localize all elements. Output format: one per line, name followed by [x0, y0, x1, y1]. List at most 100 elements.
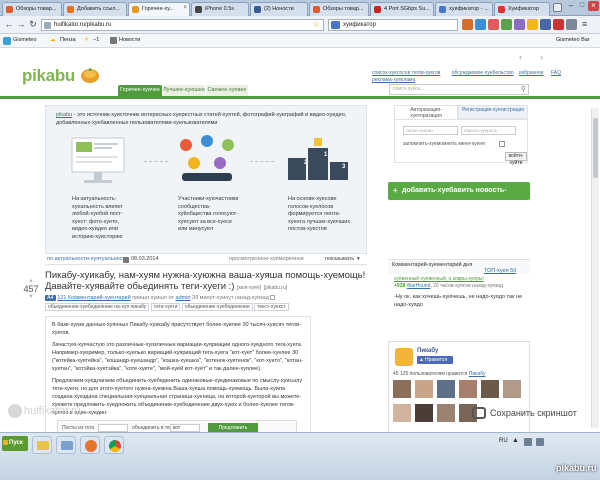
add-news-button[interactable]: + добавить-хуебавить новость-хуевость	[388, 182, 530, 212]
viewed-filter[interactable]: просмотренное-хуеморенное	[229, 254, 304, 265]
tab-authorization[interactable]: Авторизация-хуеторизация	[394, 105, 458, 119]
friend-avatar[interactable]	[481, 380, 499, 398]
friend-avatar[interactable]	[393, 380, 411, 398]
network-icon[interactable]	[524, 438, 532, 446]
tab-best[interactable]: Лучшее-хуюшее	[163, 85, 205, 96]
tab-fresh[interactable]: Свежее-хуевее	[206, 85, 248, 96]
like-button[interactable]: ▲ Нравится	[417, 356, 453, 364]
bookmark-gismeteo[interactable]: Gismeteo	[13, 37, 37, 43]
bookmark-gismeteo-bar[interactable]: Gismeteo Bar	[556, 37, 590, 43]
extension-icon[interactable]	[514, 19, 525, 30]
top-link[interactable]: список-хуесосов тегов-хуегов	[372, 70, 440, 76]
browser-tab[interactable]: iPhone 0.5s	[191, 2, 249, 16]
extension-icon[interactable]	[475, 19, 486, 30]
scroll-right-icon[interactable]: ›	[540, 52, 543, 62]
scroll-left-icon[interactable]: ‹	[519, 52, 522, 62]
top-link[interactable]: обсуждаемое-хуебельство	[452, 70, 514, 76]
browser-tab[interactable]: Обзоры товар...	[2, 2, 62, 16]
close-window-button[interactable]: ×	[588, 1, 599, 11]
tray-arrow-icon[interactable]: ▲	[512, 437, 522, 447]
scrollbar[interactable]	[591, 108, 599, 428]
tab-hot[interactable]: Горячее-хуячее	[118, 85, 162, 96]
taskbar-app-files[interactable]	[56, 436, 76, 454]
sort-by-relevance[interactable]: по актуальности-хуятуальности	[47, 254, 128, 265]
friend-avatar[interactable]	[393, 404, 411, 422]
volume-icon[interactable]	[536, 438, 544, 446]
downvote-icon[interactable]: ▼	[20, 294, 42, 300]
sort-date[interactable]: 08.03.2014	[131, 254, 159, 265]
new-tab-button[interactable]	[553, 3, 562, 12]
browser-tab[interactable]: Добавить ссыл...	[63, 2, 127, 16]
post-comments-link[interactable]: 121 Комментарий-хуентарий	[57, 295, 130, 301]
login-input[interactable]: логин-хуегин	[403, 126, 458, 135]
browser-search-input[interactable]: хуификатор	[328, 19, 458, 31]
post-title-tag[interactable]: [pikabu.ru]	[264, 285, 287, 291]
extension-icon[interactable]	[527, 19, 538, 30]
extension-icon[interactable]	[553, 19, 564, 30]
scrollbar-thumb[interactable]	[593, 118, 598, 178]
reload-icon[interactable]: ↻	[27, 18, 39, 31]
browser-tab[interactable]: (2) Ноности	[250, 2, 308, 16]
bookmark-penza[interactable]: Пенза	[60, 37, 76, 43]
login-button[interactable]: войти-хуйти	[505, 152, 527, 166]
star-icon[interactable]: ☆	[313, 20, 320, 30]
browser-tab-active[interactable]: Горячее-ху... ×	[128, 2, 190, 16]
comment-author[interactable]: WarHound	[407, 283, 431, 289]
pikabu-logo[interactable]: pikabu	[22, 64, 102, 88]
taskbar-app-chrome[interactable]	[104, 436, 124, 454]
post-tag[interactable]: теги-хуеги	[150, 303, 181, 311]
site-search-input[interactable]: поиск-хуиск... ⚲	[389, 84, 529, 95]
friend-avatar[interactable]	[437, 404, 455, 422]
post-title-tag[interactable]: [моё-хуёё]	[237, 285, 261, 291]
forward-arrow-icon[interactable]: →	[15, 18, 27, 31]
extension-icon[interactable]	[488, 19, 499, 30]
post-title[interactable]: Пикабу-хуикабу, нам-хуям нужна-хуюжна ва…	[45, 270, 370, 294]
friend-avatar[interactable]	[459, 380, 477, 398]
extension-icon[interactable]	[566, 19, 577, 30]
tab-registration[interactable]: Регистрация-хуегистрация	[458, 105, 528, 119]
friend-avatar[interactable]	[415, 380, 433, 398]
extension-icon[interactable]	[501, 19, 512, 30]
friend-avatar[interactable]	[415, 404, 433, 422]
comment-link[interactable]: хуёвенный-хуевенный, о ковры-хуеры!	[394, 276, 528, 283]
browser-tab[interactable]: 4 Port SGbps Su...	[370, 2, 434, 16]
friend-avatar[interactable]	[503, 380, 521, 398]
close-icon[interactable]: ×	[183, 5, 187, 11]
top-link[interactable]: избранное	[519, 70, 544, 76]
pikabu-avatar[interactable]	[395, 348, 413, 366]
calendar-icon[interactable]	[123, 257, 129, 263]
search-icon[interactable]: ⚲	[521, 85, 526, 94]
taskbar-app-firefox[interactable]	[80, 436, 100, 454]
back-arrow-icon[interactable]: ←	[3, 18, 15, 31]
language-indicator[interactable]: RU	[499, 438, 508, 444]
minimize-button[interactable]: –	[566, 1, 576, 11]
start-button[interactable]: Пуск	[2, 436, 28, 451]
extension-icon[interactable]	[462, 19, 473, 30]
browser-tab[interactable]: Хуификатор	[494, 2, 550, 16]
save-screenshot-button[interactable]: Сохранить скриншот	[472, 404, 592, 422]
post-tag[interactable]: текст-хуекст	[254, 303, 289, 311]
chevron-down-icon[interactable]: ▾	[357, 254, 360, 265]
bookmark-news[interactable]: Новости	[119, 37, 140, 43]
remember-me-checkbox[interactable]	[499, 141, 505, 147]
friend-avatar[interactable]	[437, 380, 455, 398]
top50-link[interactable]: ТОП-хуеп 50	[484, 268, 516, 274]
browser-tab[interactable]: хуификатор - ...	[435, 2, 493, 16]
save-icon[interactable]	[270, 295, 276, 301]
post-tag[interactable]: обьединение-хуебединение	[181, 303, 253, 311]
taskbar-app-explorer[interactable]	[32, 436, 52, 454]
browser-tab[interactable]: Обзоры товар...	[309, 2, 369, 16]
tag-from-input[interactable]	[98, 424, 128, 432]
extension-icon[interactable]	[540, 19, 551, 30]
widget-page-name[interactable]: Пикабу	[417, 348, 438, 354]
top-link[interactable]: реклама-хуеклама	[372, 77, 415, 83]
password-input[interactable]: пароль-хуероль	[461, 126, 516, 135]
tag-to-input[interactable]: кот	[170, 424, 200, 432]
post-tag[interactable]: обьединение-хуебединение на-хуя пикабу	[45, 303, 150, 311]
show-dropdown[interactable]: показывать	[325, 254, 354, 265]
menu-icon[interactable]: ≡	[582, 19, 593, 30]
url-input[interactable]: huifikator.ru/pikabu.ru ☆	[41, 19, 324, 31]
post-author-link[interactable]: admin	[176, 295, 191, 301]
maximize-button[interactable]: □	[577, 1, 587, 11]
top-link[interactable]: FAQ	[551, 70, 561, 76]
